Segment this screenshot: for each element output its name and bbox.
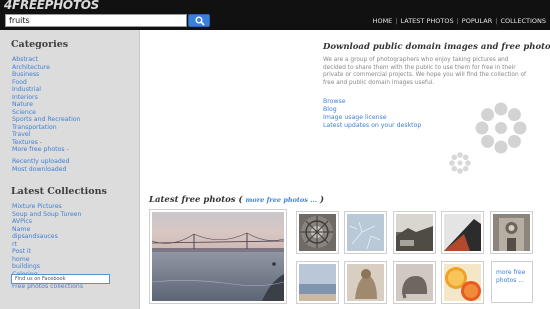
blog-link[interactable]: Blog: [323, 106, 337, 113]
collection-link[interactable]: Post it: [12, 248, 81, 256]
more-free-photos-link[interactable]: more free photos ...: [246, 196, 317, 204]
category-link[interactable]: More free photos -: [12, 146, 81, 154]
category-link[interactable]: Travel: [12, 131, 81, 139]
category-link[interactable]: Nature: [12, 101, 81, 109]
category-link[interactable]: Food: [12, 79, 81, 87]
category-link[interactable]: Transportation: [12, 124, 81, 132]
category-link[interactable]: Textures -: [12, 139, 81, 147]
photo-thumbnail[interactable]: [441, 211, 484, 254]
beach-photo-image: [299, 264, 336, 301]
photo-thumbnail[interactable]: [393, 211, 436, 254]
collection-link[interactable]: Mixture Pictures: [12, 203, 81, 211]
collection-list: Mixture Pictures Soup and Soup Tureen AV…: [12, 203, 81, 278]
sidebar: Categories Abstract Architecture Busines…: [0, 30, 140, 309]
nav-collections[interactable]: COLLECTIONS: [500, 17, 546, 25]
photo-thumbnail[interactable]: [296, 211, 339, 254]
desktop-updates-link[interactable]: Latest updates on your desktop: [323, 122, 421, 129]
recently-uploaded-link[interactable]: Recently uploaded: [12, 158, 70, 166]
license-link[interactable]: Image usage license: [323, 114, 387, 121]
coast-photo-image: [396, 214, 433, 251]
dome-photo-image: [299, 214, 336, 251]
top-nav: HOME | LATEST PHOTOS | POPULAR | COLLECTIONS: [372, 17, 546, 25]
collections-heading: Latest Collections: [11, 186, 107, 197]
most-downloaded-link[interactable]: Most downloaded: [12, 166, 70, 174]
collection-link[interactable]: rt: [12, 241, 81, 249]
collection-link[interactable]: buildings: [12, 263, 81, 271]
more-photos-box[interactable]: more free photos ...: [491, 261, 533, 303]
photo-thumbnail[interactable]: [490, 211, 533, 254]
photo-thumbnail[interactable]: [344, 211, 387, 254]
nav-home[interactable]: HOME: [373, 17, 393, 25]
architecture-photo-image: [444, 214, 481, 251]
small-flower-logo-icon: [449, 152, 471, 174]
collection-link[interactable]: Name: [12, 226, 81, 234]
latest-photos-heading: Latest free photos ( more free photos ..…: [149, 195, 324, 205]
extra-link-list: Recently uploaded Most downloaded: [12, 158, 70, 173]
bridge-photo-image: [151, 212, 285, 301]
photo-thumbnail[interactable]: [393, 261, 436, 304]
category-link[interactable]: Architecture: [12, 64, 81, 72]
search-button[interactable]: [188, 14, 210, 27]
nav-popular[interactable]: POPULAR: [462, 17, 492, 25]
flower-logo-icon: [475, 102, 527, 154]
collection-link[interactable]: AVPics: [12, 218, 81, 226]
cathedral-photo-image: [493, 214, 530, 251]
browse-link[interactable]: Browse: [323, 98, 346, 105]
site-logo[interactable]: 4FREEPHOTOS: [4, 0, 99, 12]
free-photos-collections-link[interactable]: Free photos collections: [12, 283, 83, 291]
collection-link[interactable]: home: [12, 256, 81, 264]
sculpture-photo-image: [347, 264, 384, 301]
category-link[interactable]: Sports and Recreation: [12, 116, 81, 124]
collections-footer: Free photos collections: [12, 283, 83, 291]
collection-link[interactable]: dipsandsauces: [12, 233, 81, 241]
category-link[interactable]: Business: [12, 71, 81, 79]
categories-heading: Categories: [11, 39, 69, 50]
featured-photo[interactable]: [149, 209, 287, 304]
category-link[interactable]: Abstract: [12, 56, 81, 64]
category-link[interactable]: Interiors: [12, 94, 81, 102]
photo-thumbnail[interactable]: [296, 261, 339, 304]
nav-latest-photos[interactable]: LATEST PHOTOS: [401, 17, 454, 25]
elephant-photo-image: [396, 264, 433, 301]
collection-link[interactable]: Soup and Soup Tureen: [12, 211, 81, 219]
top-bar: 4FREEPHOTOS fruits HOME | LATEST PHOTOS | PO…: [0, 0, 550, 30]
search-icon: [195, 16, 205, 26]
intro-title: Download public domain images and free p…: [323, 42, 550, 52]
intro-text: We are a group of photographers who enjo…: [323, 57, 527, 86]
photo-thumbnail[interactable]: [441, 261, 484, 304]
frost-photo-image: [347, 214, 384, 251]
facebook-box[interactable]: Find us on Facebook: [11, 274, 110, 284]
category-link[interactable]: Industrial: [12, 86, 81, 94]
photo-thumbnail[interactable]: [344, 261, 387, 304]
category-link[interactable]: Science: [12, 109, 81, 117]
latest-photos-title: Latest free photos: [149, 195, 236, 205]
citrus-photo-image: [444, 264, 481, 301]
search-input[interactable]: fruits: [5, 14, 187, 27]
category-list: Abstract Architecture Business Food Indu…: [12, 56, 81, 154]
